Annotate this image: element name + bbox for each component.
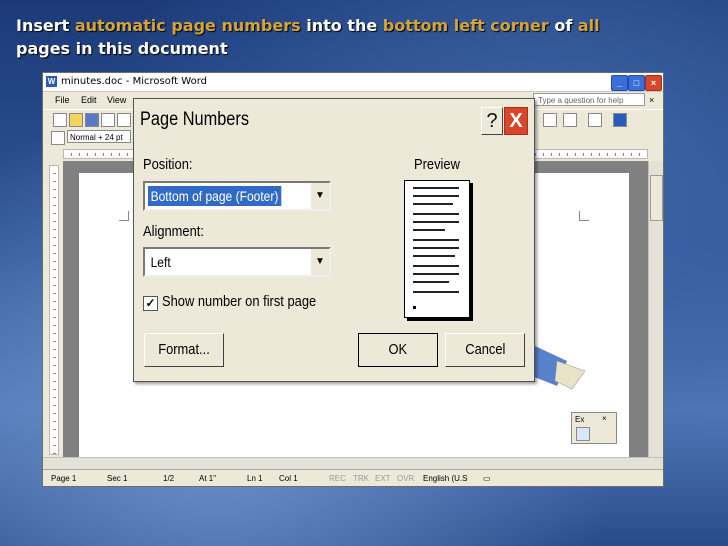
caption-word: Insert — [16, 16, 70, 35]
chevron-down-icon[interactable]: ▼ — [310, 249, 329, 275]
caption-word: pages in this document — [16, 39, 228, 58]
position-select[interactable]: Bottom of page (Footer) ▼ — [143, 181, 331, 211]
position-label: Position: — [143, 156, 193, 173]
window-titlebar[interactable]: W minutes.doc - Microsoft Word _ □ × — [43, 73, 663, 92]
status-trk[interactable]: TRK — [353, 474, 369, 483]
format-button[interactable]: Format... — [144, 333, 224, 367]
help-search-input[interactable]: Type a question for help — [533, 93, 645, 106]
caption-word: into the — [306, 16, 378, 35]
floating-toolbar-title: Ex — [575, 415, 585, 424]
print-icon[interactable] — [101, 113, 115, 127]
status-ovr[interactable]: OVR — [397, 474, 414, 483]
dialog-title: Page Numbers — [140, 109, 249, 130]
caption-highlight: automatic page numbers — [74, 16, 301, 35]
window-close-button[interactable]: × — [645, 75, 662, 91]
clip-art-image — [532, 346, 586, 390]
preview-page — [404, 180, 470, 318]
first-page-checkbox[interactable]: ✓ — [143, 296, 158, 311]
border-icon[interactable] — [588, 113, 602, 127]
align-icon[interactable] — [543, 113, 557, 127]
position-value: Bottom of page (Footer) — [148, 186, 281, 206]
page-numbers-dialog: Page Numbers ? X Position: Bottom of pag… — [133, 98, 535, 382]
spelling-status-icon[interactable]: ▭ — [483, 474, 491, 483]
maximize-button[interactable]: □ — [628, 75, 645, 91]
save-icon[interactable] — [85, 113, 99, 127]
alignment-select[interactable]: Left ▼ — [143, 247, 331, 277]
status-ext[interactable]: EXT — [375, 474, 391, 483]
margin-corner — [579, 211, 589, 221]
preview-icon[interactable] — [117, 113, 131, 127]
cancel-button[interactable]: Cancel — [445, 333, 525, 367]
slide-caption: Insert automatic page numbers into the b… — [16, 14, 716, 60]
close-document-icon[interactable]: × — [649, 95, 654, 105]
scroll-thumb[interactable] — [650, 175, 663, 221]
status-pages: 1/2 — [163, 474, 175, 483]
style-select[interactable]: Normal + 24 pt — [67, 130, 131, 143]
edit-picture-icon[interactable] — [576, 427, 590, 441]
first-page-checkbox-label[interactable]: Show number on first page — [162, 293, 316, 310]
status-section: Sec 1 — [107, 474, 128, 483]
status-position: At 1" — [199, 474, 217, 483]
minimize-button[interactable]: _ — [611, 75, 628, 91]
chevron-down-icon[interactable]: ▼ — [310, 183, 329, 209]
menu-view[interactable]: View — [107, 95, 126, 105]
help-button[interactable]: ? — [481, 107, 503, 135]
page-number-marker — [413, 306, 416, 309]
caption-highlight: all — [577, 16, 600, 35]
alignment-label: Alignment: — [143, 223, 204, 240]
dialog-close-button[interactable]: X — [504, 107, 528, 135]
window-title: minutes.doc - Microsoft Word — [61, 76, 207, 87]
ok-button[interactable]: OK — [358, 333, 438, 367]
status-page: Page 1 — [51, 474, 77, 483]
status-language: English (U.S — [423, 474, 468, 483]
font-color-icon[interactable] — [613, 113, 627, 127]
open-folder-icon[interactable] — [69, 113, 83, 127]
menu-file[interactable]: File — [55, 95, 70, 105]
floating-toolbar: Ex × — [571, 412, 617, 444]
status-bar: Page 1 Sec 1 1/2 At 1" Ln 1 Col 1 REC TR… — [43, 469, 663, 486]
alignment-value: Left — [150, 254, 171, 270]
status-line: Ln 1 — [247, 474, 263, 483]
status-rec[interactable]: REC — [329, 474, 346, 483]
menu-edit[interactable]: Edit — [81, 95, 97, 105]
word-app-icon: W — [46, 76, 57, 87]
caption-highlight: bottom left corner — [382, 16, 549, 35]
margin-corner — [119, 211, 129, 221]
vertical-ruler[interactable] — [49, 165, 59, 455]
new-document-icon[interactable] — [53, 113, 67, 127]
styles-pane-icon[interactable] — [51, 131, 65, 145]
preview-label: Preview — [414, 156, 460, 173]
close-icon[interactable]: × — [602, 414, 607, 423]
status-column: Col 1 — [279, 474, 298, 483]
indent-icon[interactable] — [563, 113, 577, 127]
caption-word: of — [554, 16, 573, 35]
vertical-scrollbar[interactable] — [648, 161, 663, 457]
